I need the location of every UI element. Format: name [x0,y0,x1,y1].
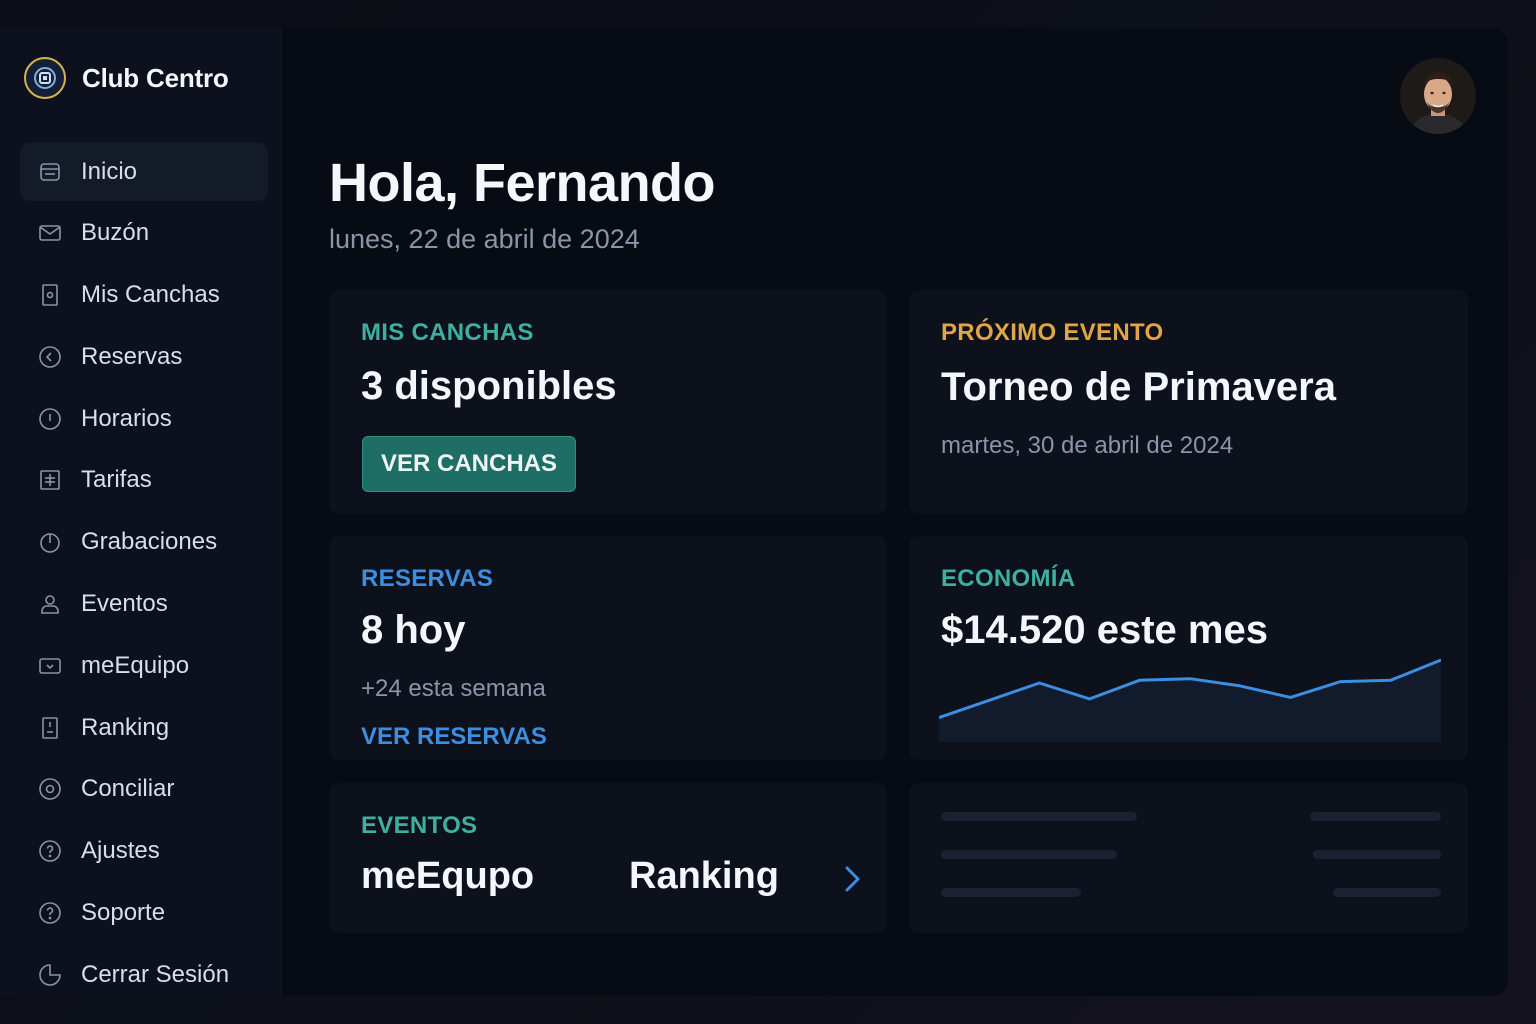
economy-sparkline [939,658,1441,742]
avatar-image [1400,58,1476,134]
chevron-right-icon[interactable] [837,861,867,897]
user-icon [37,591,63,617]
sidebar-item-label: Conciliar [81,775,175,803]
skeleton-line [941,850,1117,859]
card-label: EVENTOS [361,812,478,839]
sidebar-item-label: Horarios [81,404,172,432]
sidebar-item-cerrar-sesion[interactable]: Cerrar Sesión [20,945,268,996]
sidebar: Club Centro Inicio Buzón Mis Canchas Res… [0,28,282,996]
sidebar-item-label: Ajustes [81,837,160,865]
mail-icon [37,220,63,246]
sidebar-item-meequipo[interactable]: meEquipo [20,636,268,695]
sidebar-item-eventos[interactable]: Eventos [20,575,268,634]
sidebar-item-horarios[interactable]: Horarios [20,389,268,448]
sidebar-item-label: Cerrar Sesión [81,960,230,988]
ver-canchas-button[interactable]: VER CANCHAS [362,436,576,492]
sparkline-area [939,660,1441,742]
card-reservas: RESERVAS 8 hoy +24 esta semana VER RESER… [329,536,887,760]
card-label: ECONOMÍA [941,565,1076,592]
sidebar-item-label: meEquipo [81,651,190,679]
sidebar-item-reservas[interactable]: Reservas [20,327,268,386]
card-value: 3 disponibles [361,364,617,408]
card-eventos: EVENTOS meEqupo Ranking [329,783,887,933]
skeleton-line [1313,850,1441,859]
sidebar-item-conciliar[interactable]: Conciliar [20,760,268,819]
sidebar-item-label: Buzón [81,219,150,247]
ranking-icon [37,715,63,741]
card-proximo-evento: PRÓXIMO EVENTO Torneo de Primavera marte… [909,290,1468,514]
court-icon [37,282,63,308]
card-label: MIS CANCHAS [361,319,534,346]
sidebar-nav: Inicio Buzón Mis Canchas Reservas Horari… [20,142,268,996]
card-value: 8 hoy [361,608,466,652]
page-title: Hola, Fernando [329,153,716,213]
card-label: RESERVAS [361,565,494,592]
sidebar-item-buzon[interactable]: Buzón [20,204,268,263]
support-icon [37,900,63,926]
rates-icon [37,467,63,493]
reservations-icon [37,344,63,370]
help-circle-icon [37,838,63,864]
sidebar-item-label: Tarifas [81,466,152,494]
clock-icon [37,406,63,432]
card-label: PRÓXIMO EVENTO [941,319,1164,346]
skeleton-line [941,888,1081,897]
sidebar-item-label: Mis Canchas [81,281,220,309]
card-subtext: +24 esta semana [361,675,546,702]
avatar[interactable] [1400,58,1476,134]
card-loading-placeholder [909,783,1468,933]
card-value: $14.520 este mes [941,608,1268,652]
event-date: martes, 30 de abril de 2024 [941,432,1234,459]
sidebar-item-tarifas[interactable]: Tarifas [20,451,268,510]
home-icon [37,159,63,185]
skeleton-line [1333,888,1441,897]
logout-icon [37,962,63,988]
sidebar-item-ajustes[interactable]: Ajustes [20,822,268,881]
current-date: lunes, 22 de abril de 2024 [329,224,640,254]
eventos-item-ranking[interactable]: Ranking [629,855,779,898]
team-icon [37,653,63,679]
sidebar-item-label: Inicio [81,157,138,185]
app-window: Club Centro Inicio Buzón Mis Canchas Res… [0,28,1508,996]
card-value: Torneo de Primavera [941,365,1336,409]
main-content: Hola, Fernando lunes, 22 de abril de 202… [282,28,1508,996]
sidebar-item-label: Ranking [81,713,170,741]
club-logo-icon [24,57,66,99]
sidebar-item-label: Grabaciones [81,528,218,556]
reconcile-icon [37,776,63,802]
skeleton-line [1310,812,1441,821]
brand-name: Club Centro [82,62,229,93]
sidebar-item-label: Soporte [81,899,166,927]
sidebar-item-ranking[interactable]: Ranking [20,698,268,757]
eventos-item-meequpo[interactable]: meEqupo [361,855,534,898]
card-economia: ECONOMÍA $14.520 este mes [909,536,1468,760]
sidebar-item-mis-canchas[interactable]: Mis Canchas [20,266,268,325]
sidebar-item-grabaciones[interactable]: Grabaciones [20,513,268,572]
skeleton-line [941,812,1137,821]
sidebar-item-inicio[interactable]: Inicio [20,142,268,201]
brand[interactable]: Club Centro [24,57,229,99]
sidebar-item-label: Reservas [81,342,183,370]
recordings-icon [37,529,63,555]
sidebar-item-label: Eventos [81,590,168,618]
card-mis-canchas: MIS CANCHAS 3 disponibles VER CANCHAS [329,290,887,514]
sidebar-item-soporte[interactable]: Soporte [20,884,268,943]
ver-reservas-link[interactable]: VER RESERVAS [361,723,547,751]
